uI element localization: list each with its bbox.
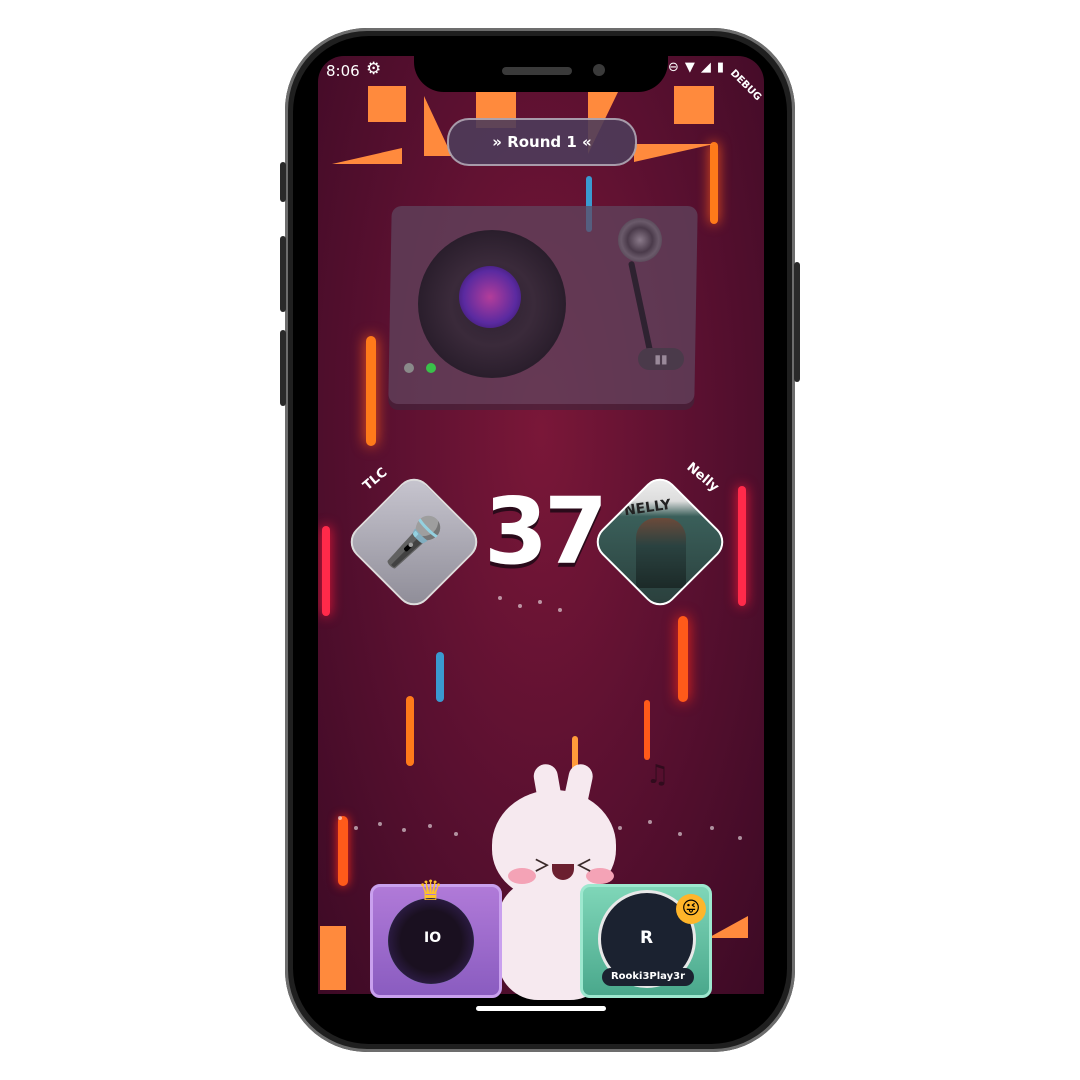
signal-icon: ◢ bbox=[700, 60, 711, 75]
neon-streak bbox=[678, 616, 688, 702]
settings-gear-icon: ⚙ bbox=[366, 59, 382, 79]
sparkle bbox=[402, 828, 406, 832]
neon-streak bbox=[436, 652, 444, 702]
battery-icon: ▮ bbox=[716, 60, 725, 75]
sparkle bbox=[498, 596, 502, 600]
sparkle bbox=[338, 816, 342, 820]
sparkle bbox=[428, 824, 432, 828]
orange-shard bbox=[634, 144, 714, 162]
microphone-icon: 🎤 bbox=[384, 514, 444, 571]
sparkle bbox=[354, 826, 358, 830]
neon-streak bbox=[644, 700, 650, 760]
sparkle bbox=[738, 836, 742, 840]
turntable-knob bbox=[618, 218, 662, 262]
bunny-eye-left: ＞ bbox=[534, 856, 551, 875]
countdown-timer: 37 bbox=[484, 478, 608, 585]
home-indicator[interactable] bbox=[476, 1006, 606, 1011]
turntable-button: ▮▮ bbox=[638, 348, 684, 370]
player-right-name: Rooki3Play3r bbox=[602, 968, 694, 986]
sparkle bbox=[678, 832, 682, 836]
record-label bbox=[459, 266, 521, 328]
orange-square bbox=[368, 86, 406, 122]
sparkle bbox=[454, 832, 458, 836]
crown-icon: ♛ bbox=[418, 874, 444, 907]
neon-streak bbox=[338, 816, 348, 886]
player-left-avatar-text: IO bbox=[424, 930, 442, 946]
front-camera bbox=[593, 64, 605, 76]
wifi-icon: ▼ bbox=[684, 60, 695, 75]
volume-up-button bbox=[280, 236, 286, 312]
round-indicator: » Round 1 « bbox=[447, 118, 637, 166]
power-led bbox=[404, 363, 414, 373]
player-right-avatar-text: R bbox=[640, 928, 654, 948]
bunny-eye-right: ＜ bbox=[576, 856, 593, 875]
dnd-icon: ⊖ bbox=[668, 60, 679, 75]
orange-shard bbox=[708, 916, 748, 938]
neon-streak bbox=[366, 336, 376, 446]
mute-switch bbox=[280, 162, 286, 202]
neon-streak bbox=[738, 486, 746, 606]
sparkle bbox=[710, 826, 714, 830]
power-button bbox=[794, 262, 800, 382]
sparkle bbox=[518, 604, 522, 608]
album-cover-text: NELLY bbox=[623, 496, 672, 520]
volume-down-button bbox=[280, 330, 286, 406]
bunny-blush-left bbox=[508, 868, 536, 884]
neon-streak bbox=[322, 526, 330, 616]
status-led bbox=[426, 363, 436, 373]
sparkle bbox=[538, 600, 542, 604]
orange-square bbox=[674, 86, 714, 124]
sparkle bbox=[378, 822, 382, 826]
sparkle bbox=[558, 608, 562, 612]
music-note-icon: ♫ bbox=[646, 760, 670, 790]
speaker-grille bbox=[502, 67, 572, 75]
emoji-icon: 😜 bbox=[676, 894, 706, 924]
orange-square bbox=[320, 926, 346, 990]
status-time: 8:06 bbox=[326, 62, 360, 80]
album-figure bbox=[636, 518, 686, 588]
sparkle bbox=[648, 820, 652, 824]
neon-streak bbox=[406, 696, 414, 766]
sparkle bbox=[618, 826, 622, 830]
status-icons: ⊖ ▼ ◢ ▮ bbox=[668, 60, 724, 75]
orange-shard bbox=[332, 148, 402, 164]
